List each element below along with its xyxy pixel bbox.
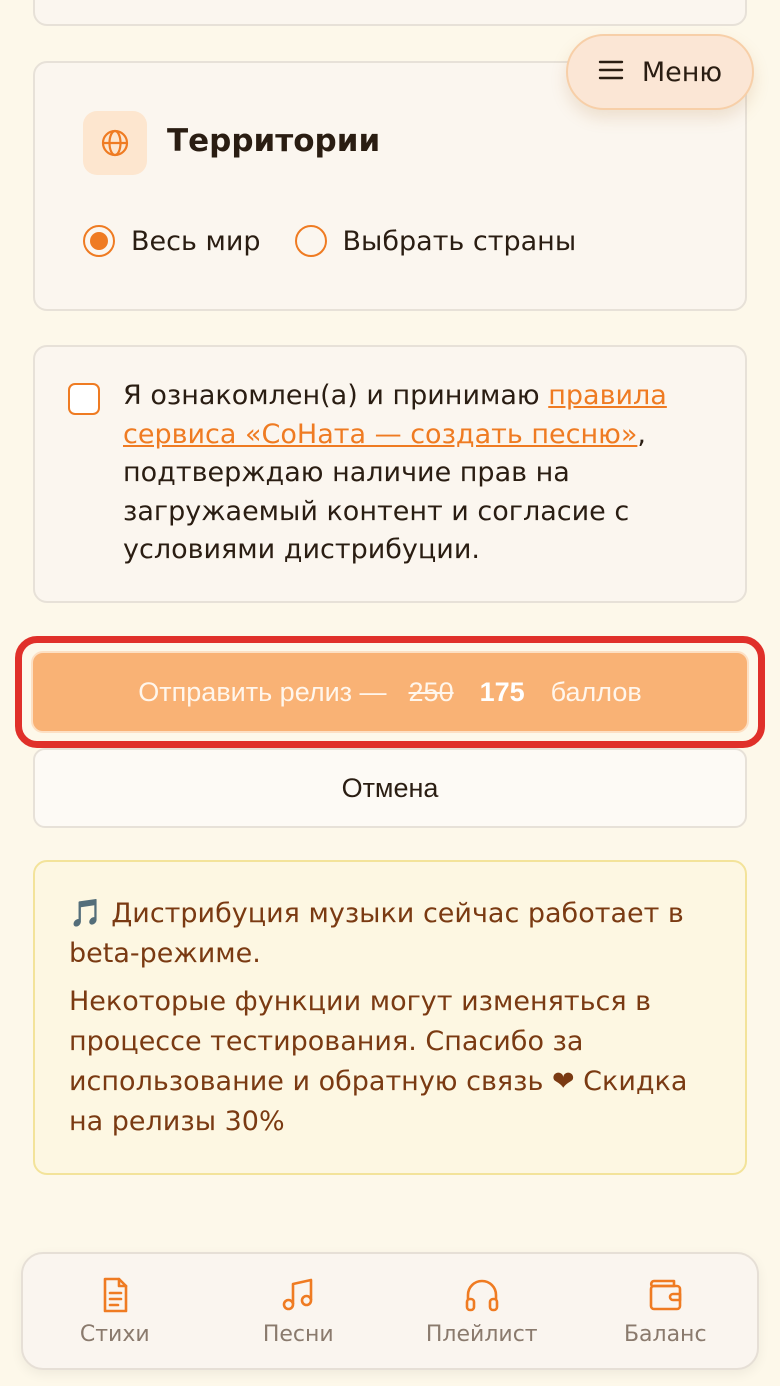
territories-title: Территории [167,123,381,159]
hamburger-icon [598,57,624,88]
radio-option-world[interactable]: Весь мир [83,225,261,257]
nav-label-balance: Баланс [623,1321,707,1347]
radio-world[interactable] [83,225,115,257]
previous-card [33,0,747,26]
notice-line1: 🎵 Дистрибуция музыки сейчас работает в b… [69,898,684,969]
notice-line2: Некоторые функции могут изменяться в про… [69,986,688,1137]
nav-label-playlist: Плейлист [425,1321,538,1347]
nav-item-balance[interactable]: Баланс [580,1276,750,1347]
nav-item-poems[interactable]: Стихи [30,1276,200,1347]
territory-radio-group: Весь мир Выбрать страны [83,225,610,257]
price-unit: баллов [550,676,642,707]
nav-item-playlist[interactable]: Плейлист [397,1276,567,1347]
bottom-nav: Стихи Песни Плейлист Баланс [21,1252,759,1370]
music-note-icon [282,1278,313,1310]
wallet-icon [649,1279,682,1310]
document-icon [103,1277,128,1312]
nav-item-songs[interactable]: Песни [213,1276,383,1347]
headphones-icon [465,1279,499,1311]
consent-text: Я ознакомлен(а) и принимаю правила серви… [123,380,667,565]
nav-label-poems: Стихи [79,1321,150,1347]
nav-label-songs: Песни [262,1321,334,1347]
radio-countries-label: Выбрать страны [342,225,577,257]
old-price: 250 [408,676,454,707]
page: Меню Территории Весь мир Выбрать страны … [0,0,780,1386]
beta-notice: 🎵 Дистрибуция музыки сейчас работает в b… [33,860,747,1175]
new-price: 175 [479,676,525,707]
radio-world-label: Весь мир [131,225,261,257]
menu-button[interactable]: Меню [566,34,754,110]
cancel-button[interactable]: Отмена [33,748,747,828]
submit-label: Отправить релиз — [138,676,387,707]
menu-label: Меню [641,56,723,88]
submit-release-button[interactable]: Отправить релиз — 250 175 баллов [31,651,749,733]
consent-checkbox[interactable] [68,383,100,415]
consent-card: Я ознакомлен(а) и принимаю правила серви… [33,345,747,603]
radio-option-countries[interactable]: Выбрать страны [294,225,577,257]
globe-icon [83,111,147,175]
radio-countries[interactable] [294,225,327,257]
